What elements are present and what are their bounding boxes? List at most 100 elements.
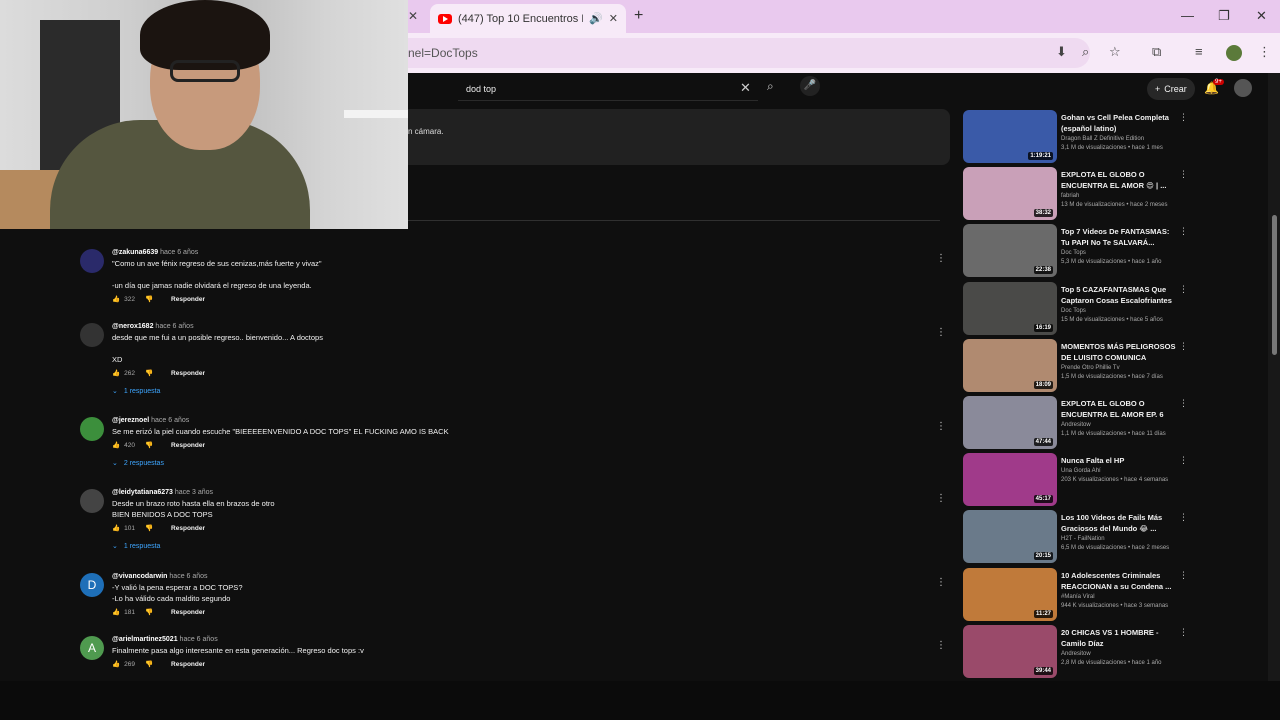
video-title[interactable]: EXPLOTA EL GLOBO O ENCUENTRA EL AMOR 😍 |… (1061, 169, 1177, 191)
view-replies-button[interactable]: ⌄ 1 respuesta (112, 542, 912, 551)
reply-button[interactable]: Responder (171, 370, 205, 377)
video-channel[interactable]: Una Gorda Ahí (1061, 468, 1177, 474)
video-thumbnail[interactable]: 22:38 (963, 224, 1057, 278)
view-replies-button[interactable]: ⌄ 1 respuesta (112, 387, 912, 396)
video-thumbnail[interactable]: 45:17 (963, 453, 1057, 507)
comment-author[interactable]: @zakuna6639 (112, 249, 158, 256)
video-menu-icon[interactable]: ⋮ (1179, 512, 1188, 523)
comment-menu-icon[interactable]: ⋮ (936, 640, 946, 651)
browser-tab-active[interactable]: (447) Top 10 Encuentros Escalofriantes 🔊… (430, 4, 626, 33)
comment-time[interactable]: hace 6 años (169, 573, 207, 580)
video-channel[interactable]: Doc Tops (1061, 308, 1177, 314)
comment-menu-icon[interactable]: ⋮ (936, 421, 946, 432)
comment-avatar[interactable] (80, 249, 104, 273)
comment-author[interactable]: @jereznoel (112, 417, 149, 424)
dislike-icon[interactable]: 👎 (145, 608, 153, 616)
reply-button[interactable]: Responder (171, 296, 205, 303)
video-channel[interactable]: Andresitow (1061, 422, 1177, 428)
related-video-item[interactable]: 47:44 EXPLOTA EL GLOBO O ENCUENTRA EL AMO… (963, 396, 1193, 450)
close-icon[interactable]: ✕ (408, 9, 418, 23)
video-menu-icon[interactable]: ⋮ (1179, 398, 1188, 409)
window-close-icon[interactable]: ✕ (1256, 8, 1267, 24)
video-menu-icon[interactable]: ⋮ (1179, 455, 1188, 466)
video-channel[interactable]: fabriah (1061, 193, 1177, 199)
comment-menu-icon[interactable]: ⋮ (936, 253, 946, 264)
minimize-icon[interactable]: — (1181, 8, 1194, 23)
dislike-icon[interactable]: 👎 (145, 441, 153, 449)
install-icon[interactable]: ⬇ (1056, 44, 1067, 60)
comment-author[interactable]: @leidytatiana6273 (112, 489, 173, 496)
video-channel[interactable]: Prende Otro Phillie Tv (1061, 365, 1177, 371)
related-video-item[interactable]: 1:19:21 Gohan vs Cell Pelea Completa (esp… (963, 110, 1193, 164)
comment-avatar[interactable] (80, 323, 104, 347)
video-title[interactable]: Nunca Falta el HP (1061, 455, 1177, 466)
youtube-account-avatar[interactable] (1234, 79, 1252, 97)
video-menu-icon[interactable]: ⋮ (1179, 284, 1188, 295)
video-channel[interactable]: Andresitow (1061, 651, 1177, 657)
comment-time[interactable]: hace 6 años (155, 323, 193, 330)
tab-close-icon[interactable]: ✕ (609, 12, 618, 25)
search-clear-icon[interactable]: ✕ (740, 80, 751, 96)
comment-menu-icon[interactable]: ⋮ (936, 327, 946, 338)
video-channel[interactable]: Doc Tops (1061, 250, 1177, 256)
video-title[interactable]: EXPLOTA EL GLOBO O ENCUENTRA EL AMOR EP.… (1061, 398, 1177, 420)
new-tab-icon[interactable]: + (634, 7, 643, 25)
media-control-icon[interactable]: ≡ (1195, 44, 1203, 59)
related-video-item[interactable]: 11:27 10 Adolescentes Criminales REACCION… (963, 567, 1193, 622)
comment-author[interactable]: @nerox1682 (112, 323, 153, 330)
sidebar-scroll-thumb[interactable] (1272, 215, 1277, 355)
speaker-icon[interactable]: 🔊 (589, 12, 603, 25)
comment-menu-icon[interactable]: ⋮ (936, 577, 946, 588)
search-icon[interactable]: ⌕ (767, 79, 774, 94)
comment-time[interactable]: hace 6 años (160, 249, 198, 256)
like-icon[interactable]: 👍 (112, 608, 120, 616)
related-video-item[interactable]: 18:09 MOMENTOS MÁS PELIGROSOS DE LUISITO … (963, 338, 1193, 393)
bookmark-star-icon[interactable]: ☆ (1109, 44, 1121, 60)
video-thumbnail[interactable]: 39:44 (963, 624, 1057, 678)
comment-avatar[interactable]: D (80, 573, 104, 597)
create-button[interactable]: + Crear (1147, 78, 1195, 100)
like-icon[interactable]: 👍 (112, 524, 120, 532)
comment-avatar[interactable]: A (80, 636, 104, 660)
video-thumbnail[interactable]: 47:44 (963, 396, 1057, 449)
sidebar-scrollbar[interactable] (1268, 73, 1280, 681)
comment-time[interactable]: hace 3 años (175, 489, 213, 496)
video-title[interactable]: 20 CHICAS VS 1 HOMBRE - Camilo Díaz (1061, 627, 1177, 649)
video-title[interactable]: Top 7 Videos De FANTASMAS: Tu PAPI No Te… (1061, 226, 1177, 248)
video-thumbnail[interactable]: 16:19 (963, 281, 1057, 335)
video-channel[interactable]: #Manía Viral (1061, 594, 1177, 600)
like-icon[interactable]: 👍 (112, 369, 120, 377)
dislike-icon[interactable]: 👎 (145, 295, 153, 303)
comment-avatar[interactable] (80, 489, 104, 513)
like-icon[interactable]: 👍 (112, 660, 120, 668)
video-title[interactable]: 10 Adolescentes Criminales REACCIONAN a … (1061, 570, 1177, 592)
comment-time[interactable]: hace 6 años (151, 417, 189, 424)
reply-button[interactable]: Responder (171, 661, 205, 668)
related-video-item[interactable]: 39:44 20 CHICAS VS 1 HOMBRE - Camilo Díaz… (963, 624, 1193, 679)
url-omnibox[interactable]: nel=DocTops (380, 38, 1090, 68)
related-video-item[interactable]: 20:15 Los 100 Videos de Fails Más Gracios… (963, 510, 1193, 564)
view-replies-button[interactable]: ⌄ 2 respuestas (112, 459, 912, 468)
zoom-icon[interactable]: ⌕ (1082, 44, 1089, 60)
microphone-icon[interactable]: 🎤 (800, 76, 820, 96)
video-title[interactable]: Los 100 Videos de Fails Más Graciosos de… (1061, 512, 1177, 534)
dislike-icon[interactable]: 👎 (145, 524, 153, 532)
like-icon[interactable]: 👍 (112, 441, 120, 449)
video-channel[interactable]: Dragon Ball Z Definitive Edition (1061, 136, 1177, 142)
video-menu-icon[interactable]: ⋮ (1179, 169, 1188, 180)
dislike-icon[interactable]: 👎 (145, 660, 153, 668)
video-thumbnail[interactable]: 1:19:21 (963, 110, 1057, 163)
related-video-item[interactable]: 45:17 Nunca Falta el HP Una Gorda Ahí 203 K… (963, 453, 1193, 507)
video-thumbnail[interactable]: 20:15 (963, 510, 1057, 564)
video-thumbnail[interactable]: 18:09 (963, 338, 1057, 392)
video-channel[interactable]: H2T - FailNation (1061, 536, 1177, 542)
related-video-item[interactable]: 38:32 EXPLOTA EL GLOBO O ENCUENTRA EL AMO… (963, 167, 1193, 221)
related-video-item[interactable]: 22:38 Top 7 Videos De FANTASMAS: Tu PAPI … (963, 224, 1193, 278)
video-menu-icon[interactable]: ⋮ (1179, 112, 1188, 123)
video-title[interactable]: MOMENTOS MÁS PELIGROSOS DE LUISITO COMUN… (1061, 341, 1177, 363)
video-menu-icon[interactable]: ⋮ (1179, 226, 1188, 237)
comment-time[interactable]: hace 6 años (180, 636, 218, 643)
comment-author[interactable]: @arielmartinez5021 (112, 636, 178, 643)
like-icon[interactable]: 👍 (112, 295, 120, 303)
video-menu-icon[interactable]: ⋮ (1179, 570, 1188, 581)
